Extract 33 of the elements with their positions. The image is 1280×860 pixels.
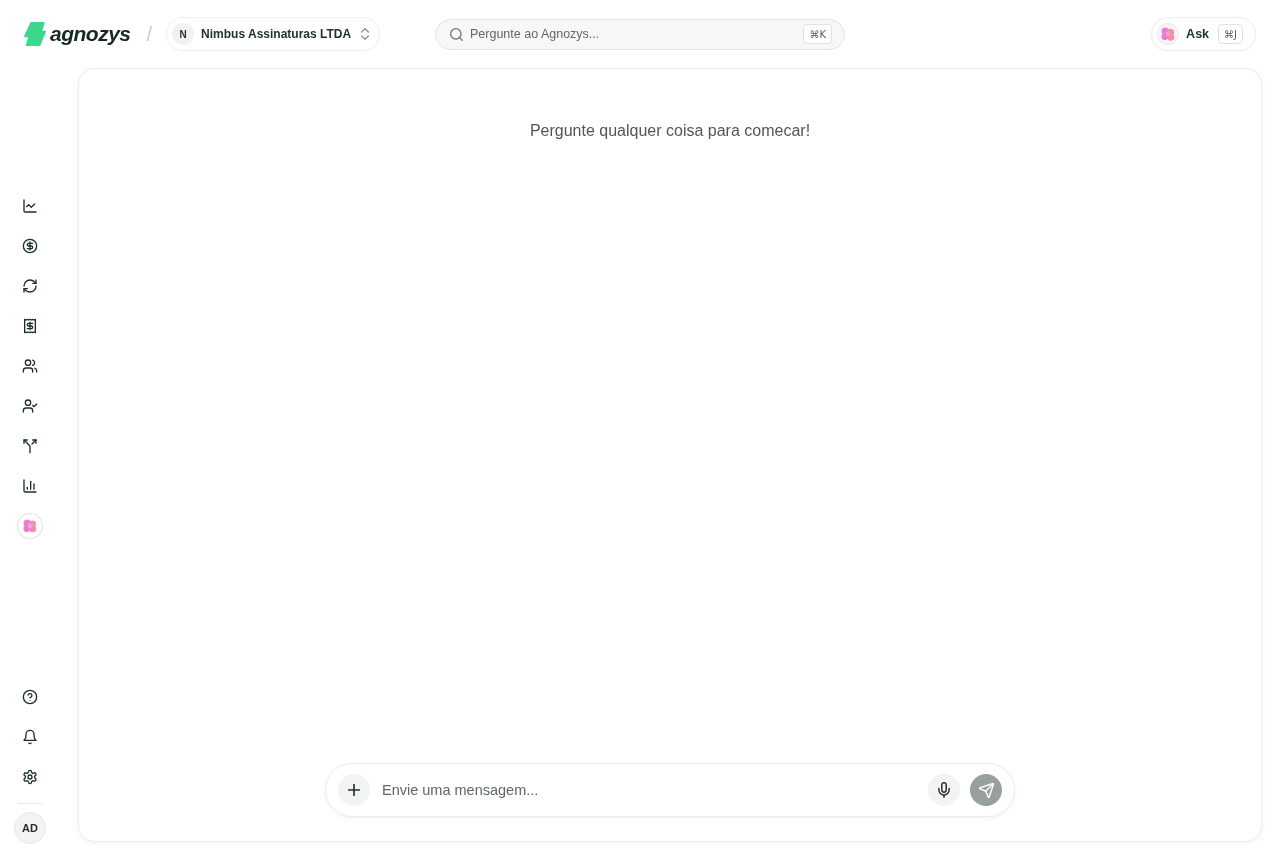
microphone-button[interactable] bbox=[928, 774, 960, 806]
help-icon[interactable] bbox=[22, 689, 38, 705]
blossom-icon[interactable] bbox=[17, 513, 43, 539]
empty-chat-prompt: Pergunte qualquer coisa para comecar! bbox=[529, 121, 811, 141]
users-icon[interactable] bbox=[22, 358, 38, 374]
logo-icon bbox=[24, 21, 46, 47]
blossom-icon bbox=[1157, 23, 1180, 45]
search-field[interactable]: Pergunte ao Agnozys... ⌘K bbox=[435, 18, 845, 50]
workspace-avatar: N bbox=[172, 23, 195, 45]
user-avatar[interactable]: AD bbox=[14, 812, 46, 844]
workspace-switcher[interactable]: N Nimbus Assinaturas LTDA bbox=[166, 17, 381, 51]
message-input[interactable]: Envie uma mensagem... bbox=[382, 782, 916, 798]
search-input[interactable]: Pergunte ao Agnozys... bbox=[470, 27, 804, 41]
dollar-receipt-icon[interactable] bbox=[22, 318, 38, 334]
dollar-coin-icon[interactable] bbox=[22, 238, 38, 254]
microphone-icon bbox=[938, 782, 950, 798]
line-chart-icon[interactable] bbox=[22, 198, 38, 214]
split-arrows-icon[interactable] bbox=[22, 438, 38, 454]
settings-icon[interactable] bbox=[22, 769, 38, 785]
user-check-icon[interactable] bbox=[22, 398, 38, 414]
plus-icon bbox=[348, 784, 360, 796]
send-icon bbox=[978, 782, 994, 798]
bell-icon[interactable] bbox=[22, 729, 38, 745]
breadcrumb-separator: / bbox=[146, 22, 153, 46]
logo-text: agnozys bbox=[50, 22, 131, 46]
shortcut-key: ⌘J bbox=[1218, 24, 1243, 44]
bar-chart-icon[interactable] bbox=[22, 478, 38, 494]
shortcut-key: ⌘K bbox=[803, 24, 832, 44]
add-button[interactable] bbox=[338, 774, 370, 806]
refresh-icon[interactable] bbox=[22, 278, 38, 294]
ask-button[interactable]: Ask ⌘J bbox=[1151, 17, 1256, 51]
chevron-updown-icon bbox=[361, 28, 370, 40]
search-icon bbox=[450, 27, 463, 41]
